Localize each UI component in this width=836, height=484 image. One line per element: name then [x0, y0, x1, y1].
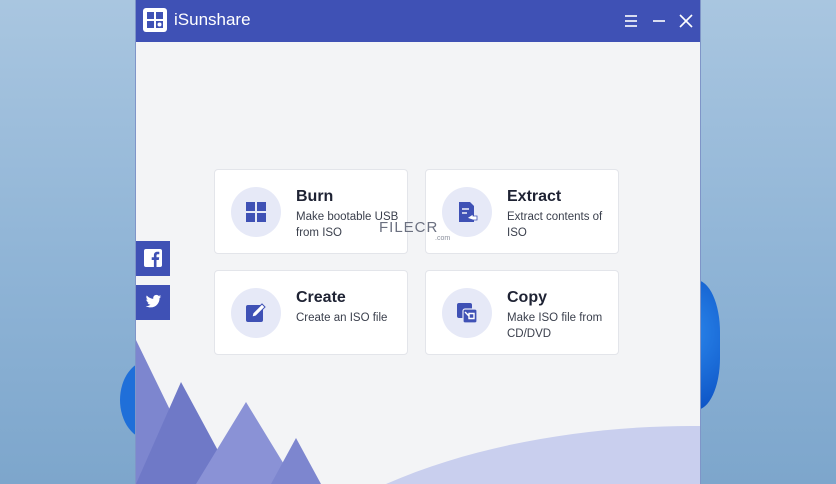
close-button[interactable]	[675, 10, 697, 32]
card-description: Create an ISO file	[296, 312, 388, 324]
app-logo-icon	[143, 8, 167, 32]
card-title: Burn	[296, 188, 334, 205]
twitter-icon	[145, 294, 162, 308]
card-description: Extract contents of ISO	[507, 211, 603, 239]
extract-document-icon	[442, 187, 492, 237]
app-title: iSunshare	[174, 10, 251, 29]
extract-card[interactable]: Extract Extract contents of ISO	[425, 169, 619, 254]
card-title: Create	[296, 289, 346, 306]
card-title: Extract	[507, 188, 562, 205]
watermark-text: FILECR	[379, 219, 439, 236]
minimize-button[interactable]	[648, 10, 670, 32]
card-title: Copy	[507, 289, 547, 306]
hamburger-menu-icon	[625, 15, 637, 27]
close-icon	[679, 14, 693, 28]
title-bar: iSunshare	[136, 0, 700, 42]
mountains-illustration	[136, 340, 700, 484]
facebook-button[interactable]	[136, 241, 170, 276]
facebook-icon	[144, 249, 162, 267]
burn-card[interactable]: Burn Make bootable USB from ISO	[214, 169, 408, 254]
menu-button[interactable]	[620, 10, 642, 32]
minimize-icon	[653, 20, 665, 22]
twitter-button[interactable]	[136, 285, 170, 320]
app-window: iSunshare Burn Make bootable USB from IS…	[136, 0, 700, 484]
grid-icon	[231, 187, 281, 237]
watermark-suffix: .com	[435, 235, 451, 242]
